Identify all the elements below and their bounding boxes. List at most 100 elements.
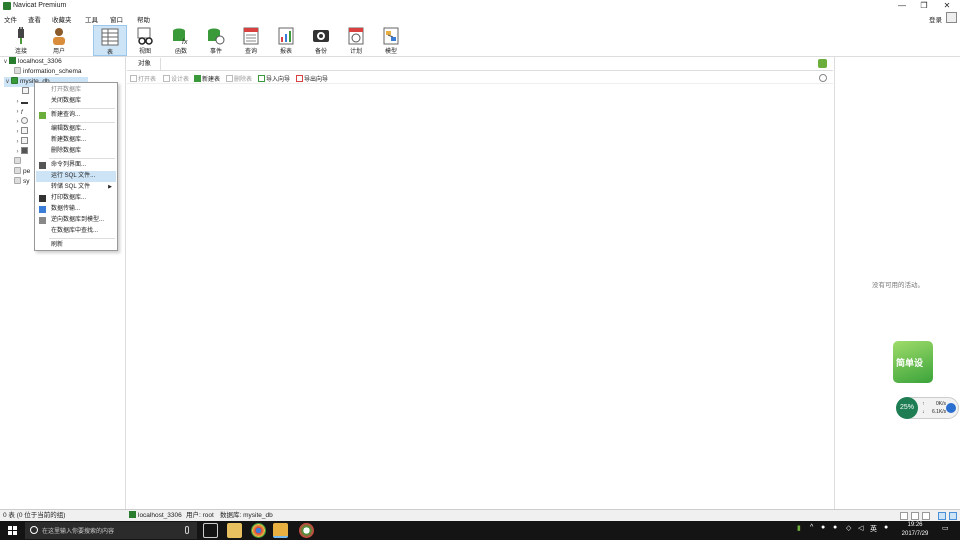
connection-status-label: localhost_3306 [138,512,182,519]
chevron-down-icon[interactable]: ∨ [4,77,11,87]
menu-file[interactable]: 文件 [4,14,17,24]
context-menu-item[interactable]: 新建查询... [36,110,116,121]
browser-icon[interactable] [299,523,314,538]
search-icon[interactable] [819,74,827,82]
microphone-icon[interactable] [185,526,189,534]
event-button[interactable]: 事件 [199,25,233,56]
battery-icon[interactable]: ▮ [797,524,801,532]
network-speed-widget[interactable]: 25% ↑ 0K/s ↓ 6.1K/s [896,397,959,419]
context-menu-item[interactable]: 刷新 [36,240,116,251]
notification-icon[interactable]: ▭ [942,524,949,532]
context-menu-item[interactable]: 删除数据库 [36,146,116,157]
chrome-icon[interactable] [251,523,266,538]
function-label: 函数 [174,49,187,55]
tree-item-views[interactable]: › [14,97,30,107]
design-table-button[interactable]: 设计表 [163,74,189,83]
delete-table-label: 删除表 [234,77,253,83]
tray-expand-icon[interactable]: ^ [810,524,813,531]
query-button[interactable]: 查询 [234,25,268,56]
chevron-right-icon[interactable]: › [14,127,21,137]
tray-app-icon[interactable]: ● [821,524,825,531]
delete-table-button[interactable]: 删除表 [226,74,252,83]
new-table-icon [194,75,201,82]
chevron-right-icon[interactable]: › [14,117,21,127]
menu-window[interactable]: 窗口 [110,14,123,24]
close-button[interactable]: ✕ [937,1,957,11]
context-menu-item[interactable]: 命令列界面... [36,160,116,171]
context-menu-item[interactable]: 关闭数据库 [36,96,116,107]
open-table-button[interactable]: 打开表 [130,74,156,83]
login-link[interactable]: 登录 [929,14,942,24]
menu-view[interactable]: 查看 [28,14,41,24]
tree-item-backups[interactable]: › [14,147,30,157]
menu-tools[interactable]: 工具 [85,14,98,24]
export-wizard-button[interactable]: 导出向导 [296,74,328,83]
volume-icon[interactable]: ◁ [858,524,863,532]
chevron-down-icon[interactable]: ∨ [2,57,9,67]
side-pane-toggle[interactable] [949,512,957,520]
navicat-taskbar-icon[interactable] [273,523,288,538]
tag-icon[interactable] [818,59,827,68]
context-menu-item[interactable]: 打印数据库... [36,193,116,204]
network-icon[interactable]: ◇ [846,524,851,532]
er-view-button[interactable] [922,512,930,520]
clock-date[interactable]: 2017/7/29 [896,531,934,537]
context-menu-item[interactable]: 转储 SQL 文件 ▶ [36,182,116,193]
list-view-button[interactable] [900,512,908,520]
tree-item-reports[interactable]: › [14,137,30,147]
context-menu-item[interactable]: 运行 SQL 文件... [36,171,116,182]
tray-app-icon[interactable]: ● [833,524,837,531]
avatar[interactable] [946,12,957,23]
tray-app-icon[interactable]: ● [884,524,888,531]
context-menu-item[interactable]: 打开数据库 [36,85,116,96]
user-button[interactable]: 用户 [42,25,76,56]
context-menu-item[interactable]: 逆向数据库到模型... [36,215,116,226]
tree-item-functions[interactable]: › f [14,107,30,117]
ime-indicator[interactable]: 英 [870,524,877,534]
chevron-right-icon[interactable]: › [14,147,21,157]
model-button[interactable]: 模型 [374,25,408,56]
menu-favorites[interactable]: 收藏夹 [52,14,72,24]
function-button[interactable]: fx 函数 [164,25,198,56]
tree-item-db-2[interactable] [14,157,23,167]
task-view-icon[interactable] [203,523,218,538]
clock-time[interactable]: 19:26 [900,522,930,528]
chevron-right-icon[interactable]: › [14,97,21,107]
tree-item-db-3[interactable]: pe [14,167,30,177]
detail-view-button[interactable] [911,512,919,520]
menu-separator [49,158,115,159]
context-menu-item[interactable]: 在数据库中查找... [36,226,116,237]
context-menu-item[interactable]: 新建数据库... [36,135,116,146]
open-table-icon [130,75,137,82]
speed-boost-icon[interactable] [946,403,956,413]
import-wizard-button[interactable]: 导入向导 [258,74,290,83]
schedule-button[interactable]: 计划 [339,25,373,56]
taskbar-search-box[interactable]: 在这里输入你要搜索的内容 [25,522,197,539]
chevron-right-icon[interactable]: › [14,137,21,147]
table-button[interactable]: 表 [93,25,127,56]
chevron-right-icon[interactable]: › [14,107,21,117]
new-table-button[interactable]: 新建表 [194,74,220,83]
restore-button[interactable]: ❐ [914,1,934,11]
leaf-widget[interactable]: 简单设 [893,341,933,383]
tree-item-connection[interactable]: ∨ localhost_3306 [2,57,62,67]
windows-start-icon[interactable] [8,526,17,535]
tab-objects[interactable]: 对象 [129,58,161,70]
file-explorer-icon[interactable] [227,523,242,538]
backup-button[interactable]: 备份 [304,25,338,56]
up-arrow: ↑ [922,401,925,407]
connection-button[interactable]: 连接 [4,25,38,56]
context-menu-item[interactable]: 编辑数据库... [36,124,116,135]
menu-help[interactable]: 帮助 [137,14,150,24]
minimize-button[interactable]: — [892,1,912,11]
tree-item-events[interactable]: › [14,117,30,127]
tree-item-db-4[interactable]: sy [14,177,30,187]
context-menu-item[interactable]: 数据传输... [36,204,116,215]
tree-item-queries[interactable]: › [14,127,30,137]
tree-item-tables[interactable] [22,87,31,97]
function-icon: f [21,110,23,116]
view-button[interactable]: 视图 [128,25,162,56]
info-pane-toggle[interactable] [938,512,946,520]
report-button[interactable]: 报表 [269,25,303,56]
tree-item-information-schema[interactable]: information_schema [14,67,82,77]
